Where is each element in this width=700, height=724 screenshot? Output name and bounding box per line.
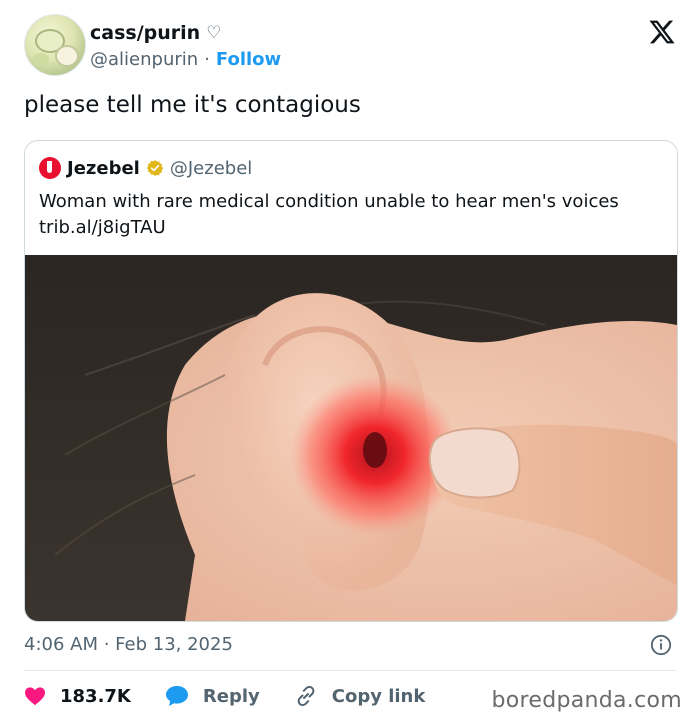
quoted-text-block: Woman with rare medical condition unable… bbox=[39, 189, 664, 241]
heart-outline-icon: ♡ bbox=[206, 23, 222, 43]
follow-button[interactable]: Follow bbox=[216, 49, 281, 70]
quoted-name: Jezebel bbox=[67, 157, 140, 179]
action-bar: 183.7K Reply Copy link bbox=[24, 684, 459, 708]
reply-bubble-icon bbox=[165, 686, 188, 706]
link-icon bbox=[297, 685, 315, 707]
quoted-header: Jezebel @Jezebel bbox=[39, 157, 252, 179]
ear-photo[interactable] bbox=[25, 255, 677, 621]
quoted-text: Woman with rare medical condition unable… bbox=[39, 191, 619, 212]
tweet-text: please tell me it's contagious bbox=[24, 92, 361, 118]
author-name[interactable]: cass/purin bbox=[90, 22, 200, 44]
x-logo-icon[interactable] bbox=[648, 18, 676, 46]
quoted-link[interactable]: trib.al/j8igTAU bbox=[39, 215, 664, 241]
like-count: 183.7K bbox=[60, 685, 131, 707]
like-button[interactable]: 183.7K bbox=[24, 686, 131, 707]
separator-dot: · bbox=[204, 49, 210, 70]
author-handle[interactable]: @alienpurin bbox=[90, 49, 198, 70]
verified-badge-icon bbox=[146, 160, 164, 176]
quoted-handle: @Jezebel bbox=[169, 157, 253, 179]
copy-link-label: Copy link bbox=[331, 685, 426, 707]
reply-label: Reply bbox=[202, 685, 260, 707]
author-name-row: cass/purin ♡ bbox=[90, 22, 221, 44]
tweet-header: cass/purin ♡ @alienpurin · Follow bbox=[24, 14, 676, 78]
info-icon[interactable] bbox=[650, 634, 672, 656]
heart-icon bbox=[25, 687, 45, 706]
author-handle-row: @alienpurin · Follow bbox=[90, 49, 281, 70]
copy-link-button[interactable]: Copy link bbox=[294, 684, 426, 708]
avatar[interactable] bbox=[24, 14, 86, 76]
quoted-tweet[interactable]: Jezebel @Jezebel Woman with rare medical… bbox=[24, 140, 678, 622]
tweet-timestamp[interactable]: 4:06 AM · Feb 13, 2025 bbox=[24, 634, 233, 655]
watermark: boredpanda.com bbox=[491, 688, 682, 713]
divider bbox=[24, 670, 676, 671]
jezebel-logo-icon bbox=[39, 157, 61, 179]
reply-button[interactable]: Reply bbox=[165, 685, 260, 707]
